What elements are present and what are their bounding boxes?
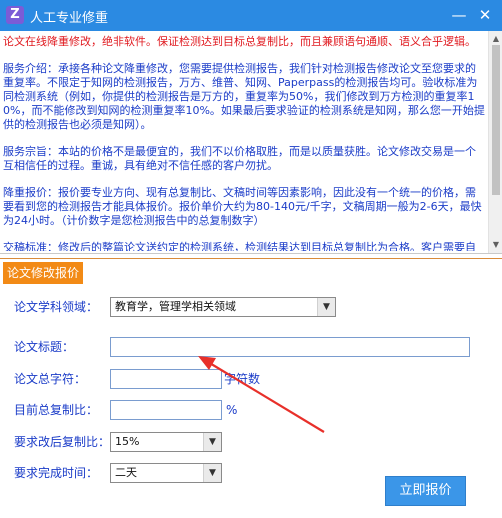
chars-unit: 字符数	[224, 372, 261, 386]
subject-label: 论文学科领域：	[14, 300, 99, 314]
chars-input[interactable]	[110, 369, 222, 389]
chars-label: 论文总字符：	[14, 372, 87, 386]
completion-time-select[interactable]: 二天 ▼	[110, 463, 222, 483]
quote-group-title: 论文修改报价	[3, 262, 83, 284]
close-button[interactable]: ✕	[474, 4, 496, 26]
chevron-down-icon[interactable]: ▼	[203, 464, 221, 482]
service-info-panel[interactable]: 论文在线降重修改，绝非软件。保证检测达到目标总复制比，而且兼顾语句通顺、语义合乎…	[0, 31, 502, 254]
service-info-text: 论文在线降重修改，绝非软件。保证检测达到目标总复制比，而且兼顾语句通顺、语义合乎…	[3, 35, 485, 251]
target-ratio-label: 要求改后复制比：	[14, 435, 111, 449]
quote-form-panel: 论文修改报价 论文学科领域： 教育学，管理学相关领域 ▼ 论文标题： 论文总字符…	[0, 258, 502, 518]
info-scrollbar[interactable]: ▲ ▼	[488, 31, 502, 253]
pricing-paragraph: 降重报价：报价要专业方向、现有总复制比、文稿时间等因素影响，因此没有一个统一的价…	[3, 186, 482, 227]
scroll-up-icon[interactable]: ▲	[491, 34, 501, 44]
get-quote-button[interactable]: 立即报价	[385, 476, 466, 506]
current-ratio-input[interactable]	[110, 400, 222, 420]
app-logo-icon: Z	[6, 6, 24, 24]
service-paragraph: 服务介绍：承接各种论文降重修改，您需要提供检测报告，我们针对检测报告修改论文至您…	[3, 62, 485, 131]
window-title: 人工专业修重	[30, 11, 109, 26]
completion-time-label: 要求完成时间：	[14, 466, 99, 480]
minimize-button[interactable]: —	[448, 4, 470, 26]
purpose-paragraph: 服务宗旨：本站的价格不是最便宜的，我们不以价格取胜，而是以质量获胜。论文修改交易…	[3, 145, 476, 172]
subject-select-value: 教育学，管理学相关领域	[115, 300, 236, 313]
percent-unit: %	[226, 403, 238, 417]
current-ratio-label: 目前总复制比：	[14, 403, 99, 417]
delivery-paragraph: 交稿标准：修改后的整篇论文送约定的检测系统，检测结果达到目标总复制比为合格。客户…	[3, 241, 476, 251]
chevron-down-icon[interactable]: ▼	[203, 433, 221, 451]
chevron-down-icon[interactable]: ▼	[317, 298, 335, 316]
completion-time-value: 二天	[115, 466, 137, 479]
title-label: 论文标题：	[14, 340, 75, 354]
target-ratio-value: 15%	[115, 435, 140, 448]
intro-paragraph: 论文在线降重修改，绝非软件。保证检测达到目标总复制比，而且兼顾语句通顺、语义合乎…	[3, 35, 476, 48]
target-ratio-select[interactable]: 15% ▼	[110, 432, 222, 452]
subject-select[interactable]: 教育学，管理学相关领域 ▼	[110, 297, 336, 317]
scroll-thumb[interactable]	[492, 45, 500, 195]
scroll-down-icon[interactable]: ▼	[491, 240, 501, 250]
title-input[interactable]	[110, 337, 470, 357]
title-bar: Z 人工专业修重 — ✕	[0, 0, 502, 31]
